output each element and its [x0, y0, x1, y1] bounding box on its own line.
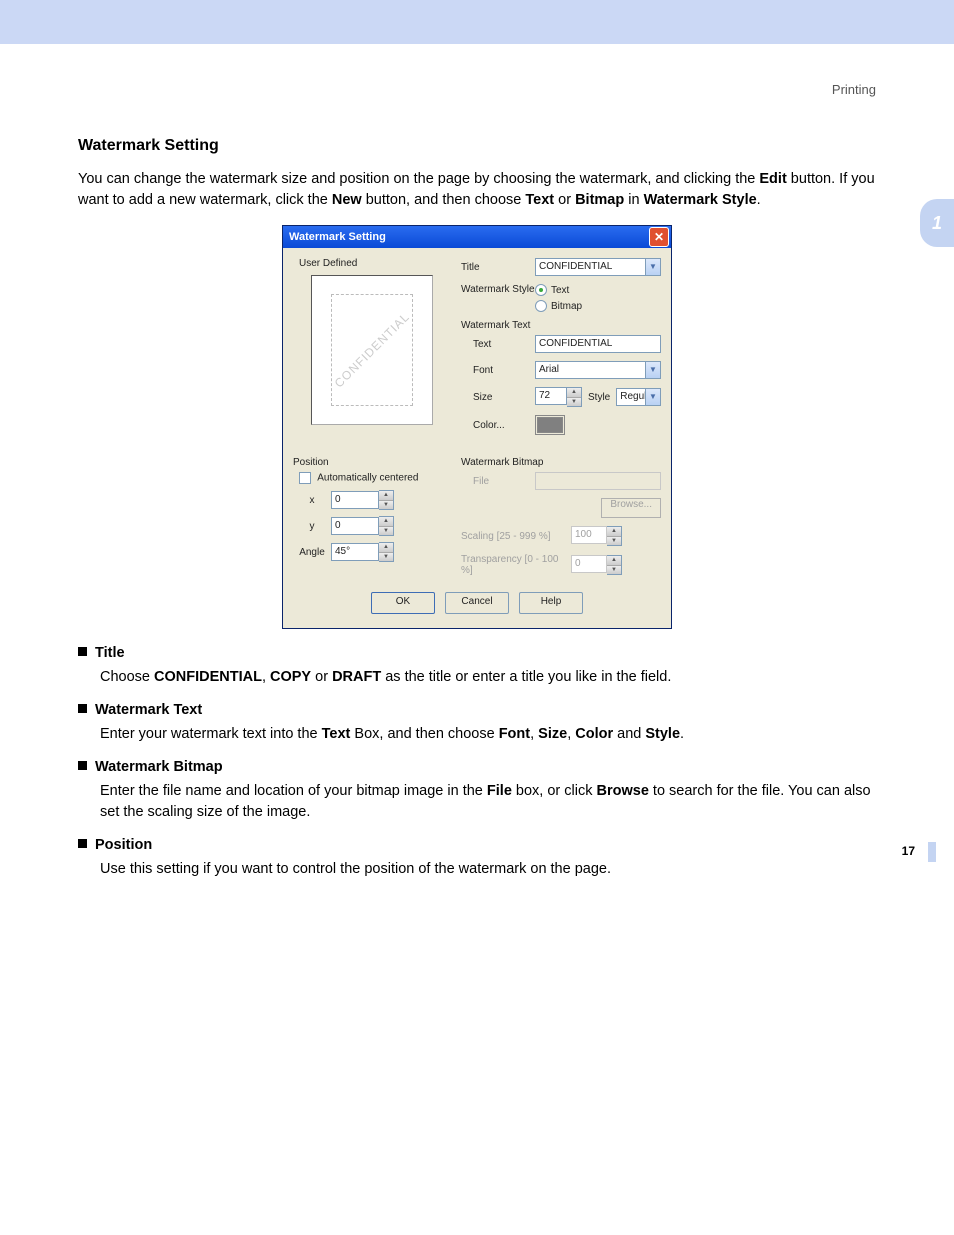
scaling-spinner: ▲▼	[607, 526, 622, 546]
position-group: Position	[293, 457, 443, 468]
bullet-title-title: Title	[95, 645, 125, 661]
watermark-preview: CONFIDENTIAL	[311, 275, 433, 425]
angle-spinner[interactable]: ▲▼	[379, 542, 394, 562]
watermark-bitmap-group: Watermark Bitmap	[461, 457, 661, 468]
size-spinner[interactable]: ▲▼	[567, 387, 582, 407]
top-banner	[0, 0, 954, 44]
transparency-input: 0	[571, 555, 607, 573]
intro-paragraph: You can change the watermark size and po…	[78, 169, 876, 211]
font-select[interactable]: Arial ▼	[535, 361, 661, 379]
file-label: File	[461, 476, 535, 487]
transparency-spinner: ▲▼	[607, 555, 622, 575]
section-heading: Watermark Setting	[78, 137, 876, 155]
color-swatch	[537, 417, 563, 433]
angle-input[interactable]: 45°	[331, 543, 379, 561]
scaling-label: Scaling [25 - 999 %]	[461, 531, 571, 542]
file-input	[535, 472, 661, 490]
bullet-icon	[78, 647, 87, 656]
title-label: Title	[461, 262, 535, 273]
cancel-button[interactable]: Cancel	[445, 592, 509, 614]
text-input[interactable]: CONFIDENTIAL	[535, 335, 661, 353]
help-button[interactable]: Help	[519, 592, 583, 614]
x-input[interactable]: 0	[331, 491, 379, 509]
user-defined-label: User Defined	[293, 258, 443, 269]
browse-button: Browse...	[601, 498, 661, 518]
chevron-down-icon: ▼	[645, 389, 660, 405]
scaling-input: 100	[571, 526, 607, 544]
watermark-text-group: Watermark Text	[461, 320, 661, 331]
style-text-radio[interactable]	[535, 284, 547, 296]
y-input[interactable]: 0	[331, 517, 379, 535]
auto-center-checkbox[interactable]	[299, 472, 311, 484]
text-label: Text	[461, 339, 535, 350]
bullet-icon	[78, 704, 87, 713]
style-label: Style	[588, 392, 610, 403]
bullet-icon	[78, 761, 87, 770]
color-label: Color...	[461, 420, 535, 431]
chevron-down-icon: ▼	[645, 362, 660, 378]
transparency-label: Transparency [0 - 100 %]	[461, 554, 571, 576]
close-icon[interactable]: ✕	[649, 227, 669, 247]
x-spinner[interactable]: ▲▼	[379, 490, 394, 510]
chevron-down-icon: ▼	[645, 259, 660, 275]
watermark-style-label: Watermark Style	[461, 284, 535, 295]
title-select[interactable]: CONFIDENTIAL ▼	[535, 258, 661, 276]
style-bitmap-radio[interactable]	[535, 300, 547, 312]
bullet-body-position: Use this setting if you want to control …	[100, 859, 876, 880]
header-category: Printing	[0, 44, 954, 97]
color-button[interactable]	[535, 415, 565, 435]
page-number: 17	[902, 844, 915, 858]
style-select[interactable]: Regular ▼	[616, 388, 661, 406]
dialog-title: Watermark Setting	[289, 231, 386, 243]
size-input[interactable]: 72	[535, 387, 567, 405]
bullet-title-wmbitmap: Watermark Bitmap	[95, 759, 223, 775]
watermark-setting-dialog: Watermark Setting ✕ User Defined CONFIDE…	[282, 225, 672, 629]
y-spinner[interactable]: ▲▼	[379, 516, 394, 536]
size-label: Size	[461, 392, 535, 403]
section-tab: 1	[920, 199, 954, 247]
bullet-title-wmtext: Watermark Text	[95, 702, 202, 718]
dialog-titlebar: Watermark Setting ✕	[283, 226, 671, 248]
font-label: Font	[461, 365, 535, 376]
bullet-icon	[78, 839, 87, 848]
bullet-title-position: Position	[95, 837, 152, 853]
page-number-bar	[928, 842, 936, 862]
ok-button[interactable]: OK	[371, 592, 435, 614]
